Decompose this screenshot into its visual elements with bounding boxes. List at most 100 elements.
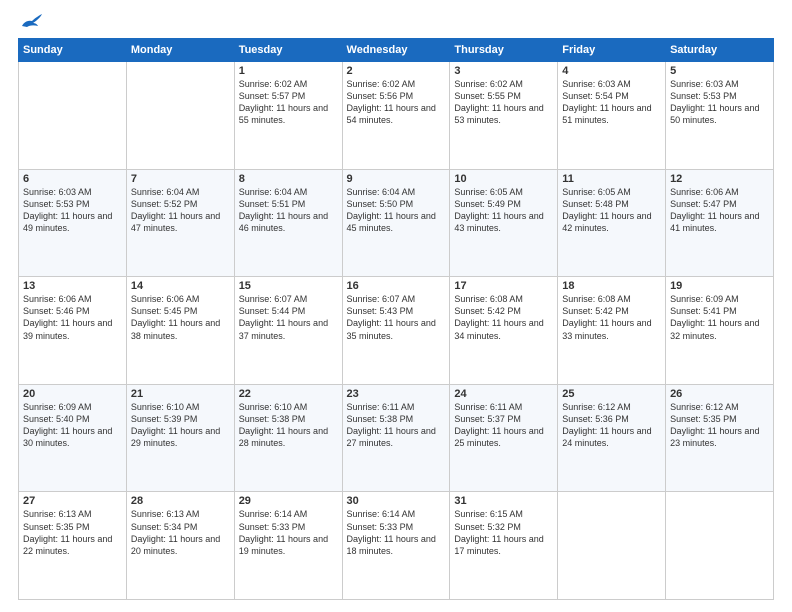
day-info: Sunrise: 6:03 AMSunset: 5:53 PMDaylight:…: [23, 186, 122, 235]
day-number: 24: [454, 388, 553, 400]
week-row-5: 27Sunrise: 6:13 AMSunset: 5:35 PMDayligh…: [19, 492, 774, 600]
day-cell: 6Sunrise: 6:03 AMSunset: 5:53 PMDaylight…: [19, 169, 127, 277]
day-cell: 28Sunrise: 6:13 AMSunset: 5:34 PMDayligh…: [126, 492, 234, 600]
day-cell: [126, 62, 234, 170]
day-cell: 2Sunrise: 6:02 AMSunset: 5:56 PMDaylight…: [342, 62, 450, 170]
day-cell: 4Sunrise: 6:03 AMSunset: 5:54 PMDaylight…: [558, 62, 666, 170]
day-number: 30: [347, 495, 446, 507]
day-number: 20: [23, 388, 122, 400]
day-cell: 7Sunrise: 6:04 AMSunset: 5:52 PMDaylight…: [126, 169, 234, 277]
day-info: Sunrise: 6:13 AMSunset: 5:34 PMDaylight:…: [131, 508, 230, 557]
day-number: 15: [239, 280, 338, 292]
day-cell: 24Sunrise: 6:11 AMSunset: 5:37 PMDayligh…: [450, 384, 558, 492]
day-info: Sunrise: 6:11 AMSunset: 5:37 PMDaylight:…: [454, 401, 553, 450]
day-cell: 21Sunrise: 6:10 AMSunset: 5:39 PMDayligh…: [126, 384, 234, 492]
day-info: Sunrise: 6:04 AMSunset: 5:52 PMDaylight:…: [131, 186, 230, 235]
day-number: 10: [454, 173, 553, 185]
day-info: Sunrise: 6:09 AMSunset: 5:41 PMDaylight:…: [670, 293, 769, 342]
day-number: 2: [347, 65, 446, 77]
day-cell: 23Sunrise: 6:11 AMSunset: 5:38 PMDayligh…: [342, 384, 450, 492]
day-cell: 14Sunrise: 6:06 AMSunset: 5:45 PMDayligh…: [126, 277, 234, 385]
day-info: Sunrise: 6:05 AMSunset: 5:48 PMDaylight:…: [562, 186, 661, 235]
day-info: Sunrise: 6:08 AMSunset: 5:42 PMDaylight:…: [454, 293, 553, 342]
weekday-header-sunday: Sunday: [19, 39, 127, 62]
day-cell: 26Sunrise: 6:12 AMSunset: 5:35 PMDayligh…: [666, 384, 774, 492]
calendar-table: SundayMondayTuesdayWednesdayThursdayFrid…: [18, 38, 774, 600]
day-cell: 29Sunrise: 6:14 AMSunset: 5:33 PMDayligh…: [234, 492, 342, 600]
day-info: Sunrise: 6:03 AMSunset: 5:53 PMDaylight:…: [670, 78, 769, 127]
day-number: 18: [562, 280, 661, 292]
day-cell: 1Sunrise: 6:02 AMSunset: 5:57 PMDaylight…: [234, 62, 342, 170]
day-number: 14: [131, 280, 230, 292]
day-info: Sunrise: 6:02 AMSunset: 5:56 PMDaylight:…: [347, 78, 446, 127]
week-row-1: 1Sunrise: 6:02 AMSunset: 5:57 PMDaylight…: [19, 62, 774, 170]
week-row-4: 20Sunrise: 6:09 AMSunset: 5:40 PMDayligh…: [19, 384, 774, 492]
day-cell: 30Sunrise: 6:14 AMSunset: 5:33 PMDayligh…: [342, 492, 450, 600]
day-number: 9: [347, 173, 446, 185]
day-number: 28: [131, 495, 230, 507]
day-info: Sunrise: 6:04 AMSunset: 5:50 PMDaylight:…: [347, 186, 446, 235]
day-info: Sunrise: 6:13 AMSunset: 5:35 PMDaylight:…: [23, 508, 122, 557]
day-cell: 22Sunrise: 6:10 AMSunset: 5:38 PMDayligh…: [234, 384, 342, 492]
day-info: Sunrise: 6:10 AMSunset: 5:39 PMDaylight:…: [131, 401, 230, 450]
day-cell: 19Sunrise: 6:09 AMSunset: 5:41 PMDayligh…: [666, 277, 774, 385]
day-info: Sunrise: 6:06 AMSunset: 5:47 PMDaylight:…: [670, 186, 769, 235]
day-cell: 20Sunrise: 6:09 AMSunset: 5:40 PMDayligh…: [19, 384, 127, 492]
weekday-header-tuesday: Tuesday: [234, 39, 342, 62]
day-info: Sunrise: 6:09 AMSunset: 5:40 PMDaylight:…: [23, 401, 122, 450]
day-cell: 12Sunrise: 6:06 AMSunset: 5:47 PMDayligh…: [666, 169, 774, 277]
day-info: Sunrise: 6:10 AMSunset: 5:38 PMDaylight:…: [239, 401, 338, 450]
day-cell: 3Sunrise: 6:02 AMSunset: 5:55 PMDaylight…: [450, 62, 558, 170]
day-info: Sunrise: 6:11 AMSunset: 5:38 PMDaylight:…: [347, 401, 446, 450]
day-info: Sunrise: 6:14 AMSunset: 5:33 PMDaylight:…: [239, 508, 338, 557]
day-number: 11: [562, 173, 661, 185]
weekday-header-monday: Monday: [126, 39, 234, 62]
day-number: 4: [562, 65, 661, 77]
header: [18, 18, 774, 30]
day-number: 31: [454, 495, 553, 507]
day-info: Sunrise: 6:02 AMSunset: 5:57 PMDaylight:…: [239, 78, 338, 127]
day-number: 21: [131, 388, 230, 400]
weekday-header-wednesday: Wednesday: [342, 39, 450, 62]
day-number: 16: [347, 280, 446, 292]
week-row-3: 13Sunrise: 6:06 AMSunset: 5:46 PMDayligh…: [19, 277, 774, 385]
day-number: 3: [454, 65, 553, 77]
day-number: 17: [454, 280, 553, 292]
logo-bird-icon: [20, 12, 42, 30]
day-cell: 25Sunrise: 6:12 AMSunset: 5:36 PMDayligh…: [558, 384, 666, 492]
day-number: 6: [23, 173, 122, 185]
day-number: 29: [239, 495, 338, 507]
day-number: 8: [239, 173, 338, 185]
day-number: 23: [347, 388, 446, 400]
day-number: 22: [239, 388, 338, 400]
day-cell: 27Sunrise: 6:13 AMSunset: 5:35 PMDayligh…: [19, 492, 127, 600]
day-info: Sunrise: 6:03 AMSunset: 5:54 PMDaylight:…: [562, 78, 661, 127]
logo: [18, 18, 42, 30]
day-info: Sunrise: 6:08 AMSunset: 5:42 PMDaylight:…: [562, 293, 661, 342]
day-info: Sunrise: 6:14 AMSunset: 5:33 PMDaylight:…: [347, 508, 446, 557]
day-cell: [19, 62, 127, 170]
day-cell: 5Sunrise: 6:03 AMSunset: 5:53 PMDaylight…: [666, 62, 774, 170]
day-info: Sunrise: 6:02 AMSunset: 5:55 PMDaylight:…: [454, 78, 553, 127]
day-number: 27: [23, 495, 122, 507]
weekday-header-friday: Friday: [558, 39, 666, 62]
day-info: Sunrise: 6:06 AMSunset: 5:45 PMDaylight:…: [131, 293, 230, 342]
day-info: Sunrise: 6:06 AMSunset: 5:46 PMDaylight:…: [23, 293, 122, 342]
day-number: 13: [23, 280, 122, 292]
day-cell: 13Sunrise: 6:06 AMSunset: 5:46 PMDayligh…: [19, 277, 127, 385]
day-cell: 17Sunrise: 6:08 AMSunset: 5:42 PMDayligh…: [450, 277, 558, 385]
day-number: 1: [239, 65, 338, 77]
day-number: 19: [670, 280, 769, 292]
day-info: Sunrise: 6:05 AMSunset: 5:49 PMDaylight:…: [454, 186, 553, 235]
calendar-header: SundayMondayTuesdayWednesdayThursdayFrid…: [19, 39, 774, 62]
day-cell: 8Sunrise: 6:04 AMSunset: 5:51 PMDaylight…: [234, 169, 342, 277]
day-cell: 18Sunrise: 6:08 AMSunset: 5:42 PMDayligh…: [558, 277, 666, 385]
day-info: Sunrise: 6:12 AMSunset: 5:36 PMDaylight:…: [562, 401, 661, 450]
day-cell: 11Sunrise: 6:05 AMSunset: 5:48 PMDayligh…: [558, 169, 666, 277]
day-info: Sunrise: 6:15 AMSunset: 5:32 PMDaylight:…: [454, 508, 553, 557]
day-cell: [666, 492, 774, 600]
weekday-header-row: SundayMondayTuesdayWednesdayThursdayFrid…: [19, 39, 774, 62]
weekday-header-thursday: Thursday: [450, 39, 558, 62]
day-cell: 16Sunrise: 6:07 AMSunset: 5:43 PMDayligh…: [342, 277, 450, 385]
day-info: Sunrise: 6:07 AMSunset: 5:44 PMDaylight:…: [239, 293, 338, 342]
